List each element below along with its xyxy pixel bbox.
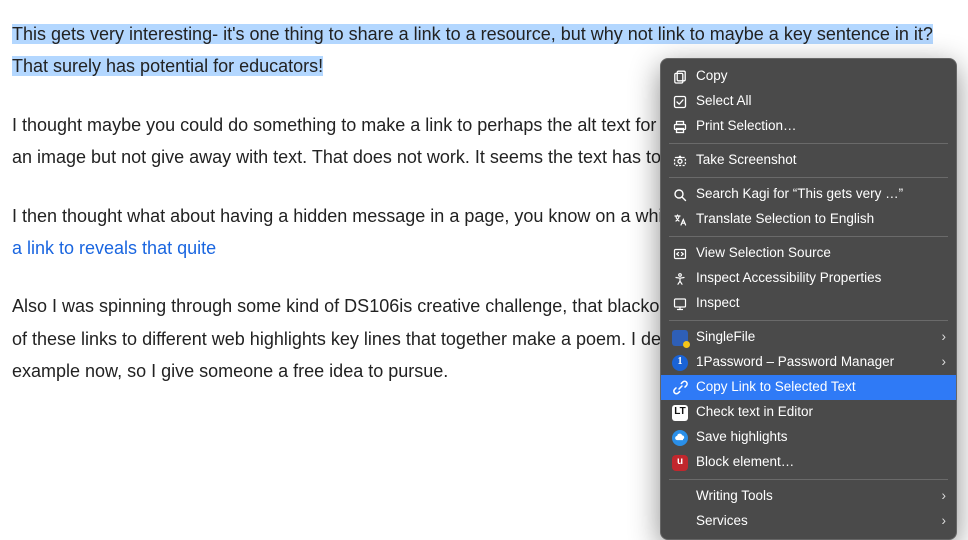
menu-item-copy-link-to-selected-text[interactable]: Copy Link to Selected Text: [661, 375, 956, 400]
1password-icon: 1: [671, 354, 689, 372]
copy-icon: [671, 68, 689, 86]
menu-item-inspect[interactable]: Inspect: [661, 291, 956, 316]
menu-label: Translate Selection to English: [696, 211, 946, 228]
menu-item-services[interactable]: Services ›: [661, 509, 956, 534]
menu-label: Take Screenshot: [696, 152, 946, 169]
chevron-right-icon: ›: [936, 354, 946, 371]
menu-item-writing-tools[interactable]: Writing Tools ›: [661, 484, 956, 509]
menu-label: Services: [696, 513, 936, 530]
menu-item-check-text-editor[interactable]: LT Check text in Editor: [661, 400, 956, 425]
menu-separator: [669, 143, 948, 144]
chevron-right-icon: ›: [936, 329, 946, 346]
menu-label: Block element…: [696, 454, 946, 471]
screenshot-icon: [671, 152, 689, 170]
menu-item-translate[interactable]: Translate Selection to English: [661, 207, 956, 232]
source-icon: [671, 245, 689, 263]
menu-label: Save highlights: [696, 429, 946, 446]
menu-label: Search Kagi for “This gets very …”: [696, 186, 946, 203]
menu-label: Inspect: [696, 295, 946, 312]
ublock-icon: u: [671, 454, 689, 472]
menu-item-inspect-accessibility[interactable]: Inspect Accessibility Properties: [661, 266, 956, 291]
menu-label: Writing Tools: [696, 488, 936, 505]
menu-item-1password[interactable]: 1 1Password – Password Manager ›: [661, 350, 956, 375]
menu-separator: [669, 479, 948, 480]
link-icon: [671, 379, 689, 397]
menu-separator: [669, 320, 948, 321]
menu-item-block-element[interactable]: u Block element…: [661, 450, 956, 475]
menu-label: Print Selection…: [696, 118, 946, 135]
chevron-right-icon: ›: [936, 513, 946, 530]
accessibility-icon: [671, 270, 689, 288]
languagetool-icon: LT: [671, 404, 689, 422]
menu-label: Copy Link to Selected Text: [696, 379, 946, 396]
menu-item-take-screenshot[interactable]: Take Screenshot: [661, 148, 956, 173]
singlefile-icon: [671, 329, 689, 347]
translate-icon: [671, 211, 689, 229]
menu-item-singlefile[interactable]: SingleFile ›: [661, 325, 956, 350]
inspect-icon: [671, 295, 689, 313]
menu-label: SingleFile: [696, 329, 936, 346]
menu-label: View Selection Source: [696, 245, 946, 262]
cloud-icon: [671, 429, 689, 447]
select-all-icon: [671, 93, 689, 111]
menu-item-save-highlights[interactable]: Save highlights: [661, 425, 956, 450]
print-icon: [671, 118, 689, 136]
menu-label: 1Password – Password Manager: [696, 354, 936, 371]
menu-label: Copy: [696, 68, 946, 85]
chevron-right-icon: ›: [936, 488, 946, 505]
menu-label: Inspect Accessibility Properties: [696, 270, 946, 287]
menu-item-select-all[interactable]: Select All: [661, 89, 956, 114]
context-menu: Copy Select All Print Selection… Take Sc…: [660, 58, 957, 540]
menu-item-print-selection[interactable]: Print Selection…: [661, 114, 956, 139]
menu-separator: [669, 236, 948, 237]
menu-item-view-selection-source[interactable]: View Selection Source: [661, 241, 956, 266]
menu-item-copy[interactable]: Copy: [661, 64, 956, 89]
menu-separator: [669, 177, 948, 178]
search-icon: [671, 186, 689, 204]
menu-item-search-kagi[interactable]: Search Kagi for “This gets very …”: [661, 182, 956, 207]
menu-label: Check text in Editor: [696, 404, 946, 421]
menu-label: Select All: [696, 93, 946, 110]
